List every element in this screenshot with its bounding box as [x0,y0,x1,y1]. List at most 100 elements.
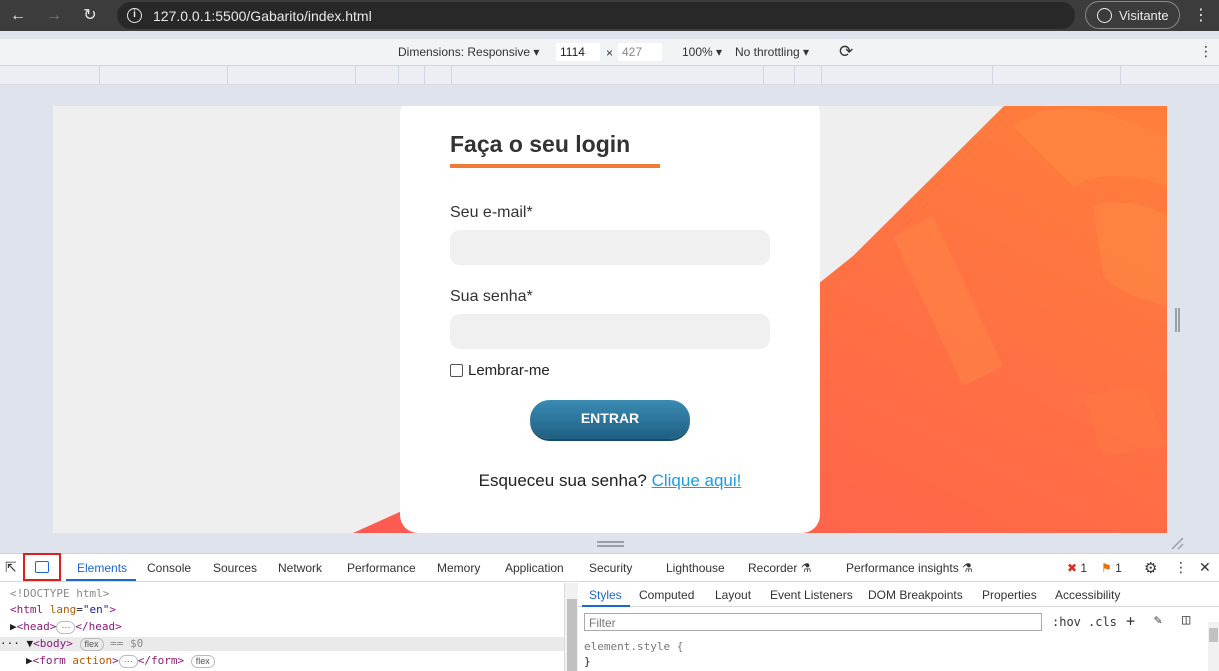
tab-performance-insights[interactable]: Performance insights ⚗ [846,561,973,575]
dom-head-tag: <head> [16,620,57,633]
tab-sources[interactable]: Sources [213,561,257,575]
remember-checkbox[interactable] [450,364,463,377]
dom-form-tag: <form [32,654,66,667]
dom-html[interactable]: <html lang="en"> [10,603,116,616]
dom-form-bracket: > [112,654,119,667]
error-counter[interactable]: ✖ 1 [1067,561,1087,575]
height-input[interactable]: 427 [618,43,662,61]
device-toolbar-menu-icon[interactable]: ⋮ [1199,43,1213,60]
rotate-icon[interactable]: ⟳ [839,42,853,62]
styles-scrollbar[interactable] [1208,622,1219,671]
tab-computed[interactable]: Computed [639,588,694,602]
password-label: Sua senha* [450,288,533,305]
throttling-dropdown[interactable]: No throttling ▾ [735,45,809,59]
dom-form-close: </form> [137,654,185,667]
tab-recorder-label: Recorder [748,561,798,575]
paint-brush-icon[interactable]: ✎ [1154,613,1162,628]
flex-badge[interactable]: flex [190,655,215,668]
dom-doctype: <!DOCTYPE html> [10,587,110,600]
flask-icon: ⚗ [800,561,812,575]
toggle-sidebar-icon[interactable]: ◫ [1182,612,1190,628]
elements-tree: <!DOCTYPE html> <html lang="en"> ▶<head>… [0,583,564,671]
cls-toggle[interactable]: .cls [1088,615,1117,629]
title-underline [450,164,660,168]
tab-security[interactable]: Security [589,561,632,575]
submit-button[interactable]: ENTRAR [530,400,690,439]
dom-head[interactable]: ▶<head> ··· </head> [10,620,122,634]
element-style-rule[interactable]: element.style { [584,640,683,653]
tab-performance[interactable]: Performance [347,561,416,575]
resize-corner-icon[interactable] [1170,536,1184,550]
elements-scrollbar[interactable] [564,583,578,671]
tab-layout[interactable]: Layout [715,588,751,602]
site-info-icon[interactable]: i [127,8,142,23]
profile-avatar-icon [1097,8,1112,23]
dom-head-close: </head> [75,620,122,633]
forgot-text: Esqueceu sua senha? [478,471,647,490]
address-bar[interactable]: i 127.0.0.1:5500/Gabarito/index.html [117,2,1075,29]
warning-counter[interactable]: ⚑ 1 [1101,561,1122,575]
expand-triangle-icon[interactable]: ▶ [26,654,33,667]
dom-head-ellipsis[interactable]: ··· [56,621,76,634]
dom-html-val: "en" [82,603,110,616]
flask-icon: ⚗ [962,561,973,575]
tab-elements[interactable]: Elements [77,561,127,575]
viewport-height-handle[interactable] [597,541,624,547]
dimensions-dropdown[interactable]: Dimensions: Responsive ▾ [398,45,539,59]
browser-menu-icon[interactable]: ⋮ [1193,5,1209,25]
password-field[interactable] [450,314,770,349]
tab-event-listeners[interactable]: Event Listeners [770,588,853,602]
active-tab-indicator [66,579,136,581]
warning-count: 1 [1115,561,1122,575]
profile-button[interactable]: Visitante [1085,1,1180,29]
warning-icon: ⚑ [1101,561,1112,575]
devtools-panel: ⇱ Elements Console Sources Network Perfo… [0,553,1219,671]
browser-toolbar: ← → ↻ i 127.0.0.1:5500/Gabarito/index.ht… [0,0,1219,31]
styles-active-indicator [582,605,630,607]
new-rule-icon[interactable]: + [1126,612,1135,630]
settings-gear-icon[interactable]: ⚙ [1144,559,1157,577]
tab-recorder[interactable]: Recorder ⚗ [748,561,811,575]
tab-accessibility[interactable]: Accessibility [1055,588,1120,602]
tab-performance-insights-label: Performance insights [846,561,959,575]
styles-tabs: Styles Computed Layout Event Listeners D… [578,583,1219,607]
flex-badge[interactable]: flex [79,638,104,651]
tab-console[interactable]: Console [147,561,191,575]
dom-body[interactable]: ··· ▼<body> flex == $0 [0,637,564,651]
back-arrow-icon[interactable]: ← [7,5,29,27]
forgot-link[interactable]: Clique aqui! [652,471,742,490]
tab-styles[interactable]: Styles [589,588,622,602]
tab-memory[interactable]: Memory [437,561,480,575]
viewport-resize-handle[interactable] [1175,308,1180,332]
tab-lighthouse[interactable]: Lighthouse [666,561,725,575]
tab-dom-breakpoints[interactable]: DOM Breakpoints [868,588,963,602]
styles-filter-input[interactable]: Filter [584,613,1042,631]
inspect-element-icon[interactable]: ⇱ [5,559,17,576]
media-query-ruler [0,66,1219,85]
tab-properties[interactable]: Properties [982,588,1037,602]
dom-body-tag: <body> [33,637,73,650]
styles-scroll-thumb[interactable] [1209,628,1218,642]
zoom-label: 100% [682,45,713,59]
device-toggle-button[interactable] [23,553,61,581]
dom-form-ellipsis[interactable]: ··· [118,655,138,668]
dom-form[interactable]: ▶<form action> ··· </form> flex [26,654,215,668]
hov-toggle[interactable]: :hov [1052,615,1081,629]
zoom-dropdown[interactable]: 100% ▾ [682,45,722,59]
tab-application[interactable]: Application [505,561,564,575]
login-card: Faça o seu login Seu e-mail* Sua senha* … [400,106,820,533]
page-viewport: Faça o seu login Seu e-mail* Sua senha* … [53,106,1167,533]
device-icon [35,561,49,573]
expand-triangle-icon[interactable]: ▶ [10,620,17,633]
times-sign: × [606,46,614,60]
elements-scroll-thumb[interactable] [567,599,577,671]
close-devtools-icon[interactable]: ✕ [1199,559,1211,576]
forgot-password: Esqueceu sua senha? Clique aqui! [400,471,820,491]
devtools-menu-icon[interactable]: ⋮ [1174,559,1188,576]
width-input[interactable]: 1114 [556,43,600,61]
email-field[interactable] [450,230,770,265]
tab-network[interactable]: Network [278,561,322,575]
chevron-down-icon: ▾ [716,45,723,59]
reload-icon[interactable]: ↻ [79,5,101,27]
forward-arrow-icon[interactable]: → [43,5,65,27]
